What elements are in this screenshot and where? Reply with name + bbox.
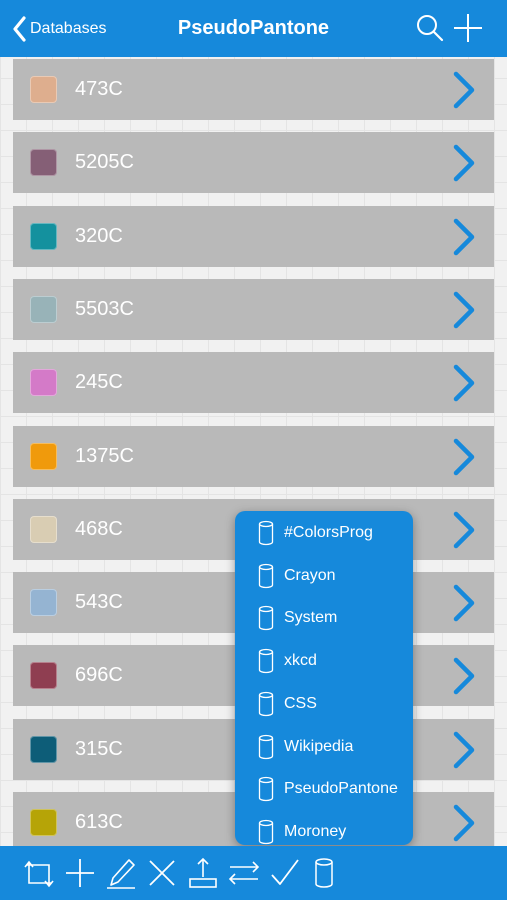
color-swatch: [30, 515, 57, 543]
edit-icon[interactable]: [103, 855, 139, 891]
sync-icon[interactable]: [21, 855, 57, 891]
database-menu-label: xkcd: [284, 652, 317, 670]
database-icon: [257, 648, 275, 674]
database-menu-item[interactable]: System: [235, 598, 413, 638]
database-menu-item[interactable]: PseudoPantone: [235, 769, 413, 809]
chevron-right-icon[interactable]: [452, 71, 476, 109]
nav-bar: Databases PseudoPantone: [0, 0, 507, 57]
color-row[interactable]: 1375C: [13, 425, 494, 487]
database-menu: #ColorsProg Crayon System xkcd CSS Wikipedia P…: [235, 511, 413, 845]
color-swatch: [30, 735, 57, 763]
chevron-right-icon[interactable]: [452, 804, 476, 842]
database-menu-label: Crayon: [284, 566, 336, 584]
color-swatch: [30, 369, 57, 397]
chevron-right-icon[interactable]: [452, 438, 476, 476]
color-name: 245C: [75, 371, 123, 394]
swap-icon[interactable]: [226, 855, 262, 891]
chevron-right-icon[interactable]: [452, 291, 476, 329]
color-swatch: [30, 809, 57, 836]
color-swatch: [30, 589, 57, 617]
color-name: 5205C: [75, 151, 134, 174]
database-icon[interactable]: [306, 855, 342, 891]
delete-icon[interactable]: [144, 855, 180, 891]
database-icon: [257, 776, 275, 802]
add-icon[interactable]: [452, 12, 484, 44]
chevron-right-icon[interactable]: [452, 364, 476, 402]
database-menu-item[interactable]: Crayon: [235, 556, 413, 596]
color-row[interactable]: 473C: [13, 59, 494, 120]
chevron-left-icon: [12, 16, 26, 42]
database-icon: [257, 734, 275, 760]
color-name: 315C: [75, 737, 123, 760]
color-swatch: [30, 222, 57, 250]
add-icon[interactable]: [62, 855, 98, 891]
color-swatch: [30, 295, 57, 323]
color-row[interactable]: 320C: [13, 205, 494, 267]
color-swatch: [30, 76, 57, 103]
chevron-right-icon[interactable]: [452, 657, 476, 695]
chevron-right-icon[interactable]: [452, 731, 476, 769]
bottom-toolbar: [0, 846, 507, 900]
color-row[interactable]: 5503C: [13, 278, 494, 340]
check-icon[interactable]: [267, 855, 303, 891]
database-menu-label: CSS: [284, 694, 317, 712]
database-icon: [257, 520, 275, 546]
database-menu-label: Moroney: [284, 822, 347, 840]
database-menu-item[interactable]: xkcd: [235, 641, 413, 681]
color-name: 696C: [75, 664, 123, 687]
color-name: 320C: [75, 224, 123, 247]
color-swatch: [30, 149, 57, 177]
database-icon: [257, 563, 275, 589]
database-icon: [257, 605, 275, 631]
database-menu-item[interactable]: Wikipedia: [235, 727, 413, 767]
database-menu-label: PseudoPantone: [284, 780, 398, 798]
search-icon[interactable]: [414, 12, 446, 44]
back-button[interactable]: Databases: [12, 12, 107, 46]
chevron-right-icon[interactable]: [452, 144, 476, 182]
back-label: Databases: [30, 20, 107, 37]
export-icon[interactable]: [185, 855, 221, 891]
color-row[interactable]: 245C: [13, 352, 494, 414]
color-name: 468C: [75, 517, 123, 540]
color-name: 613C: [75, 811, 123, 833]
color-row[interactable]: 5205C: [13, 132, 494, 194]
color-name: 5503C: [75, 297, 134, 320]
database-menu-label: System: [284, 609, 338, 627]
database-menu-item[interactable]: #ColorsProg: [235, 513, 413, 553]
color-name: 543C: [75, 591, 123, 614]
database-menu-label: Wikipedia: [284, 737, 354, 755]
chevron-right-icon[interactable]: [452, 584, 476, 622]
color-swatch: [30, 442, 57, 470]
chevron-right-icon[interactable]: [452, 218, 476, 256]
color-name: 1375C: [75, 444, 134, 467]
database-menu-item[interactable]: CSS: [235, 684, 413, 724]
color-swatch: [30, 662, 57, 690]
database-menu-label: #ColorsProg: [284, 524, 373, 541]
color-name: 473C: [75, 78, 123, 100]
chevron-right-icon[interactable]: [452, 511, 476, 549]
database-icon: [257, 691, 275, 717]
database-icon: [257, 819, 275, 845]
